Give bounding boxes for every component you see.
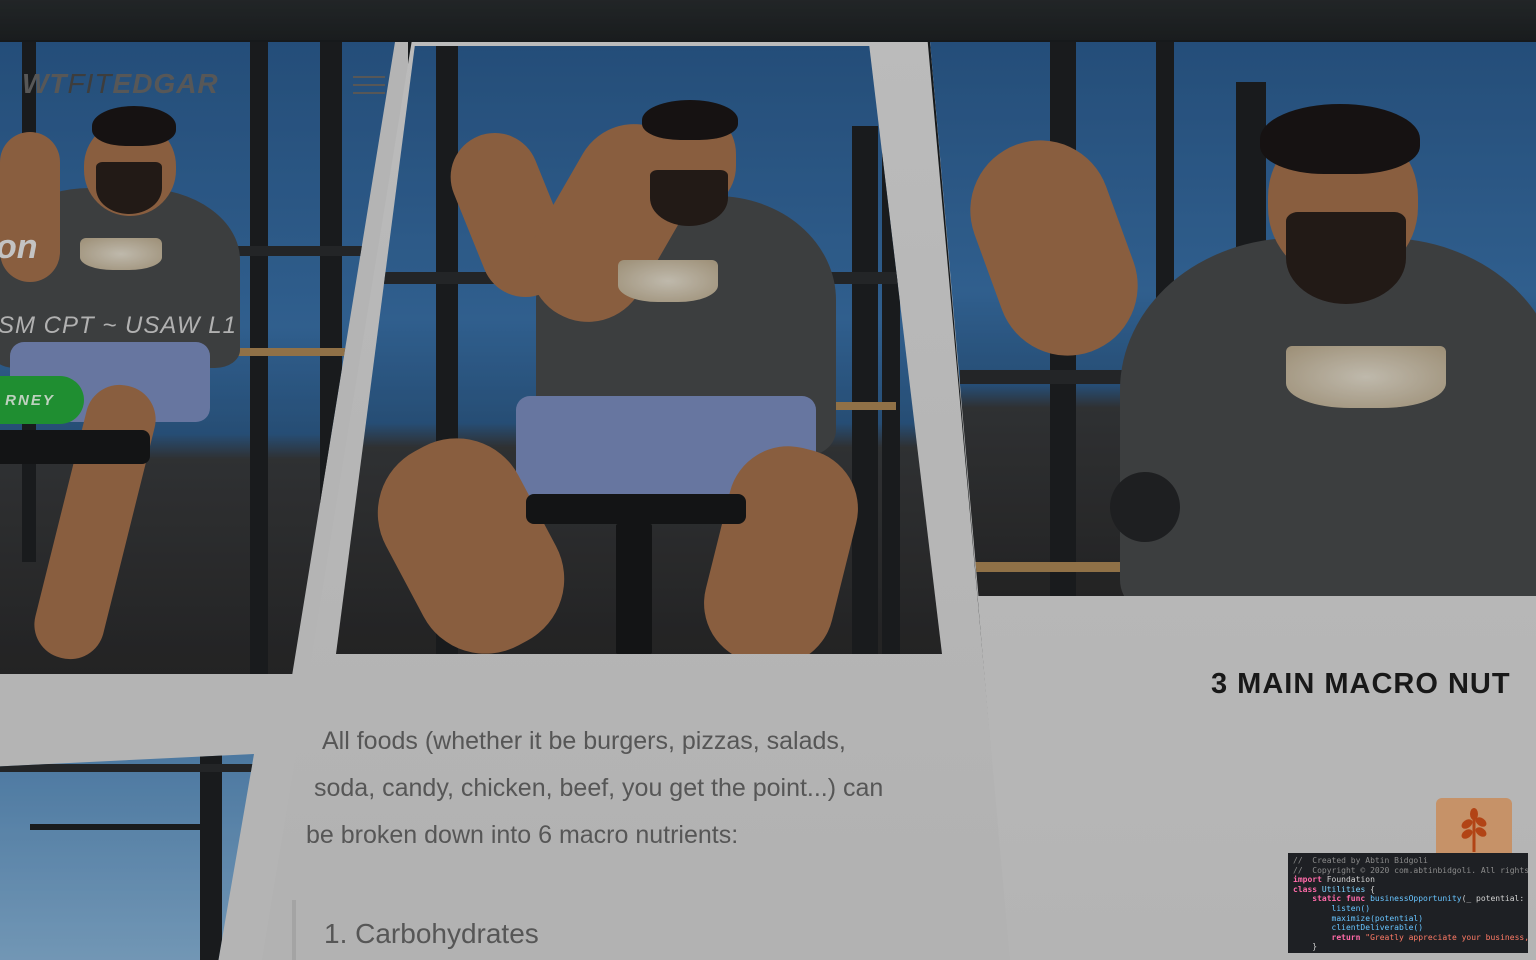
code-line: }	[1293, 942, 1318, 952]
paragraph-line: be broken down into 6 macro nutrients:	[306, 821, 739, 849]
window-top-bar	[0, 0, 1536, 40]
menu-icon[interactable]	[353, 76, 385, 94]
code-line: class Utilities {	[1293, 884, 1375, 894]
paragraph-line: soda, candy, chicken, beef, you get the …	[314, 774, 884, 802]
secondary-photo	[0, 754, 254, 960]
intro-paragraph: All foods (whether it be burgers, pizzas…	[306, 718, 946, 859]
code-line: static func businessOpportunity(_ potent…	[1293, 894, 1525, 904]
section-title: 3 MAIN MACRO NUT	[1211, 668, 1511, 700]
paragraph-line: All foods (whether it be burgers, pizzas…	[322, 727, 846, 755]
list-divider	[292, 900, 296, 960]
code-line: // Created by Abtin Bidgoli	[1293, 856, 1428, 865]
list-item: 1. Carbohydrates	[324, 918, 539, 949]
code-line: return "Greatly appreciate your business…	[1293, 932, 1528, 942]
start-journey-button[interactable]: RNEY	[0, 376, 84, 424]
hero-title: on	[0, 228, 38, 266]
hero-photo-zoomed	[930, 42, 1536, 596]
code-line: import Foundation	[1293, 875, 1375, 885]
code-line: listen()	[1293, 903, 1371, 913]
site-logo[interactable]: WTFITEDGAR	[22, 68, 219, 100]
website-preview-right: 3 MAIN MACRO NUT	[930, 42, 1536, 960]
hero-subtitle: SM CPT ~ USAW L1	[0, 312, 237, 339]
code-line: clientDeliverable()	[1293, 923, 1424, 933]
code-line: maximize(potential)	[1293, 913, 1424, 923]
code-line: // Copyright © 2020 com.abtinbidgoli. Al…	[1293, 865, 1528, 875]
main-photo	[336, 46, 942, 654]
code-snippet-overlay: // Created by Abtin Bidgoli // Copyright…	[1288, 853, 1528, 953]
